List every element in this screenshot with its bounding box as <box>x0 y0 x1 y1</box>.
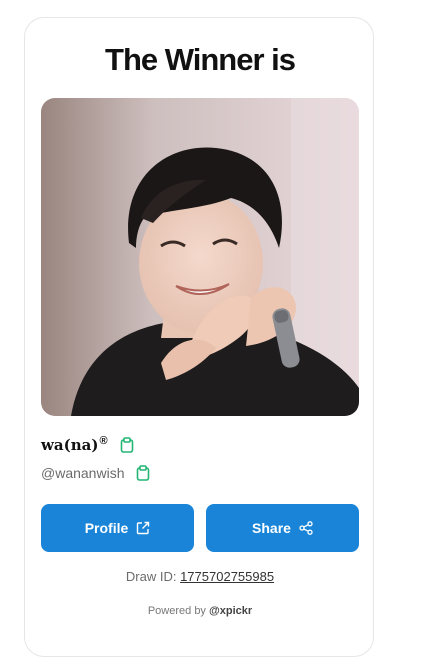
share-button-label: Share <box>252 520 291 536</box>
draw-id-link[interactable]: 1775702755985 <box>180 569 274 584</box>
winner-card: The Winner is wa(na)® @wananwish Profile… <box>24 17 374 657</box>
winner-name: wa(na)® <box>41 435 108 454</box>
winner-name-row: wa(na)® <box>41 435 134 454</box>
clipboard-icon[interactable] <box>120 436 134 453</box>
draw-info: Draw ID: 1775702755985 <box>25 569 375 584</box>
winner-handle-row: @wananwish <box>41 465 150 481</box>
clipboard-icon[interactable] <box>136 465 150 481</box>
external-link-icon <box>137 521 150 535</box>
share-button[interactable]: Share <box>206 504 359 552</box>
profile-button-label: Profile <box>84 520 129 536</box>
page-title: The Winner is <box>105 42 296 77</box>
winner-handle: @wananwish <box>41 465 125 481</box>
powered-by-prefix: Powered by <box>147 605 209 617</box>
profile-button[interactable]: Profile <box>41 504 194 552</box>
powered-by-brand[interactable]: @xpickr <box>209 605 252 617</box>
powered-by: Powered by @xpickr <box>25 605 375 617</box>
draw-label: Draw ID: <box>125 569 181 584</box>
share-icon <box>299 521 313 535</box>
winner-photo <box>41 98 359 416</box>
